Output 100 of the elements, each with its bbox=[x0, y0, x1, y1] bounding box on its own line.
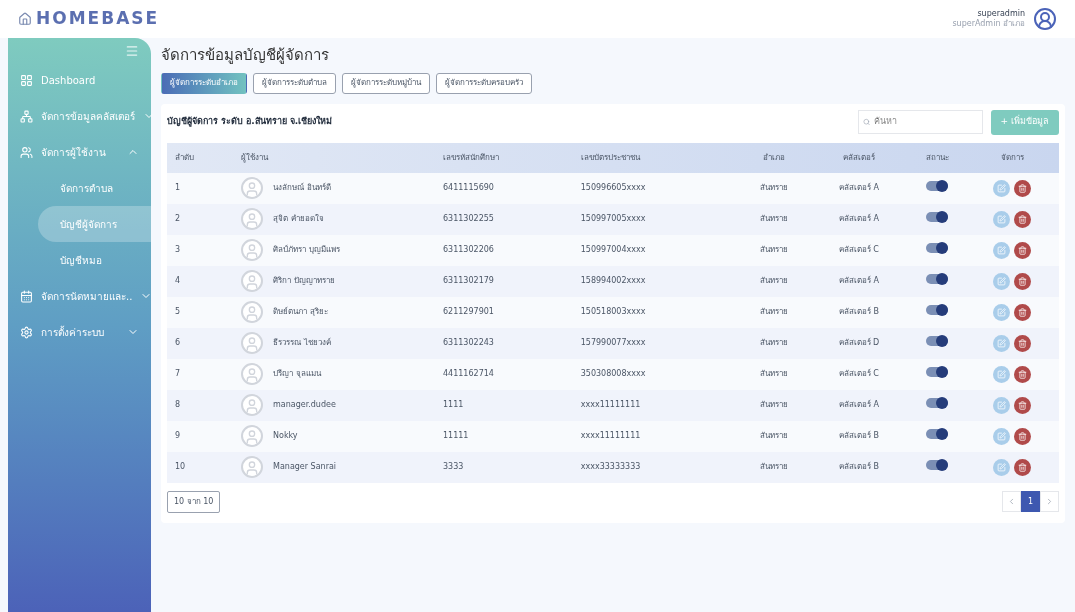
sidebar-item[interactable]: การตั้งค่าระบบ bbox=[8, 314, 151, 350]
table-cell: 8 bbox=[175, 400, 181, 409]
sidebar-item[interactable]: จัดการข้อมูลคลัสเตอร์ bbox=[8, 98, 151, 134]
table-cell: 150997005xxxx bbox=[580, 214, 646, 223]
status-toggle[interactable] bbox=[926, 397, 949, 408]
table-cell: สันทราย bbox=[760, 214, 789, 223]
table-cell: คลัสเตอร์ B bbox=[838, 462, 879, 471]
delete-button[interactable] bbox=[1014, 396, 1032, 414]
sidebar-item[interactable]: จัดการผู้ใช้งาน bbox=[8, 134, 151, 170]
table-cell: สุจิต คำยอดใจ bbox=[273, 213, 324, 225]
table-cell: 350308008xxxx bbox=[580, 369, 646, 378]
delete-button[interactable] bbox=[1014, 179, 1032, 197]
table-cell: สันทราย bbox=[760, 369, 789, 378]
sidebar-item[interactable]: จัดการนัดหมายและ.. bbox=[8, 278, 151, 314]
table-cell: 5 bbox=[175, 307, 181, 316]
status-toggle[interactable] bbox=[926, 304, 949, 315]
edit-icon bbox=[997, 245, 1007, 255]
table-cell: นงลักษณ์ อินทร์ดี bbox=[273, 182, 331, 194]
delete-button[interactable] bbox=[1014, 272, 1032, 290]
trash-icon bbox=[1018, 214, 1028, 224]
table-cell: 6411115690 bbox=[443, 183, 494, 192]
sidebar-subitem[interactable]: บัญชีหมอ bbox=[38, 242, 151, 278]
search-field[interactable]: ค้นหา bbox=[857, 110, 983, 134]
column-header: เลขบัตรประชาชน bbox=[580, 152, 640, 162]
table-cell: 157990077xxxx bbox=[580, 338, 646, 347]
table-cell: คลัสเตอร์ B bbox=[838, 307, 879, 316]
edit-icon bbox=[997, 214, 1007, 224]
status-toggle[interactable] bbox=[926, 366, 949, 377]
status-toggle[interactable] bbox=[926, 459, 949, 470]
status-toggle[interactable] bbox=[926, 242, 949, 253]
table-cell: 1111 bbox=[443, 400, 464, 409]
delete-button[interactable] bbox=[1014, 241, 1032, 259]
delete-button[interactable] bbox=[1014, 427, 1032, 445]
table-cell: 4411162714 bbox=[443, 369, 494, 378]
table-cell: 3333 bbox=[443, 462, 464, 471]
table-cell: 10 bbox=[175, 462, 186, 471]
column-header: ลำดับ bbox=[175, 152, 194, 162]
status-toggle[interactable] bbox=[926, 428, 949, 439]
table-cell: 7 bbox=[175, 369, 181, 378]
tab[interactable]: ผู้จัดการระดับครอบครัว bbox=[436, 72, 532, 94]
trash-icon bbox=[1018, 338, 1028, 348]
table-cell: คลัสเตอร์ A bbox=[838, 276, 879, 285]
table-cell: ศิริกา ปัญญาทราย bbox=[273, 275, 335, 287]
table-cell: สันทราย bbox=[760, 338, 789, 347]
house-logo-icon bbox=[18, 12, 32, 26]
status-toggle[interactable] bbox=[926, 180, 949, 191]
table-cell: 6 bbox=[175, 338, 181, 347]
table-cell: xxxx11111111 bbox=[580, 400, 641, 409]
table-cell: 3 bbox=[175, 245, 181, 254]
delete-button[interactable] bbox=[1014, 334, 1032, 352]
tab[interactable]: ผู้จัดการระดับตำบล bbox=[253, 72, 336, 94]
search-input[interactable]: ค้นหา bbox=[873, 115, 978, 129]
page-button[interactable]: 1 bbox=[1021, 491, 1040, 512]
trash-icon bbox=[1018, 431, 1028, 441]
column-header: สถานะ bbox=[925, 152, 949, 162]
table-cell: Nokky bbox=[273, 430, 298, 442]
sidebar-item[interactable]: Dashboard bbox=[8, 62, 151, 98]
trash-icon bbox=[1018, 245, 1028, 255]
status-toggle[interactable] bbox=[926, 273, 949, 284]
delete-button[interactable] bbox=[1014, 210, 1032, 228]
table-cell: สันทราย bbox=[760, 183, 789, 192]
edit-icon bbox=[997, 462, 1007, 472]
table-cell: 158994002xxxx bbox=[580, 276, 646, 285]
table-cell: 11111 bbox=[443, 431, 469, 440]
trash-icon bbox=[1018, 369, 1028, 379]
table-cell: Manager Sanrai bbox=[273, 461, 337, 473]
tab[interactable]: ผู้จัดการระดับอำเภอ bbox=[161, 72, 247, 94]
table-cell: 6311302243 bbox=[443, 338, 494, 347]
trash-icon bbox=[1018, 183, 1028, 193]
sidebar-subitem[interactable]: จัดการตำบล bbox=[38, 170, 151, 206]
column-header: อำเภอ bbox=[763, 152, 786, 162]
edit-icon bbox=[997, 276, 1007, 286]
table-cell: 6211297901 bbox=[443, 307, 494, 316]
table-title: บัญชีผู้จัดการ ระดับ อ.สันทราย จ.เชียงใหม่ bbox=[167, 115, 333, 129]
delete-button[interactable] bbox=[1014, 458, 1032, 476]
table-cell: manager.dudee bbox=[273, 399, 336, 411]
column-header: จัดการ bbox=[1000, 152, 1024, 162]
edit-icon bbox=[997, 338, 1007, 348]
table-cell: 4 bbox=[175, 276, 181, 285]
sidebar-subitem[interactable]: บัญชีผู้จัดการ bbox=[38, 206, 151, 242]
table-cell: 150997004xxxx bbox=[580, 245, 646, 254]
status-toggle[interactable] bbox=[926, 211, 949, 222]
page-title: จัดการข้อมูลบัญชีผู้จัดการ bbox=[161, 45, 330, 66]
delete-button[interactable] bbox=[1014, 303, 1032, 321]
trash-icon bbox=[1018, 307, 1028, 317]
table-cell: 9 bbox=[175, 431, 181, 440]
cluster-icon bbox=[20, 109, 33, 123]
tab[interactable]: ผู้จัดการระดับหมู่บ้าน bbox=[342, 72, 430, 94]
users-icon bbox=[20, 145, 33, 159]
avatar-icon[interactable] bbox=[1033, 7, 1057, 31]
status-toggle[interactable] bbox=[926, 335, 949, 346]
edit-icon bbox=[997, 431, 1007, 441]
table-cell: สันทราย bbox=[760, 400, 789, 409]
table-cell: สันทราย bbox=[760, 276, 789, 285]
add-button[interactable]: + เพิ่มข้อมูล bbox=[990, 109, 1059, 135]
column-header: เลขรหัสนักศึกษา bbox=[443, 152, 499, 162]
chevron-left-icon bbox=[1007, 497, 1016, 506]
chevron-right-icon bbox=[1045, 497, 1054, 506]
table-cell: สันทราย bbox=[760, 431, 789, 440]
delete-button[interactable] bbox=[1014, 365, 1032, 383]
